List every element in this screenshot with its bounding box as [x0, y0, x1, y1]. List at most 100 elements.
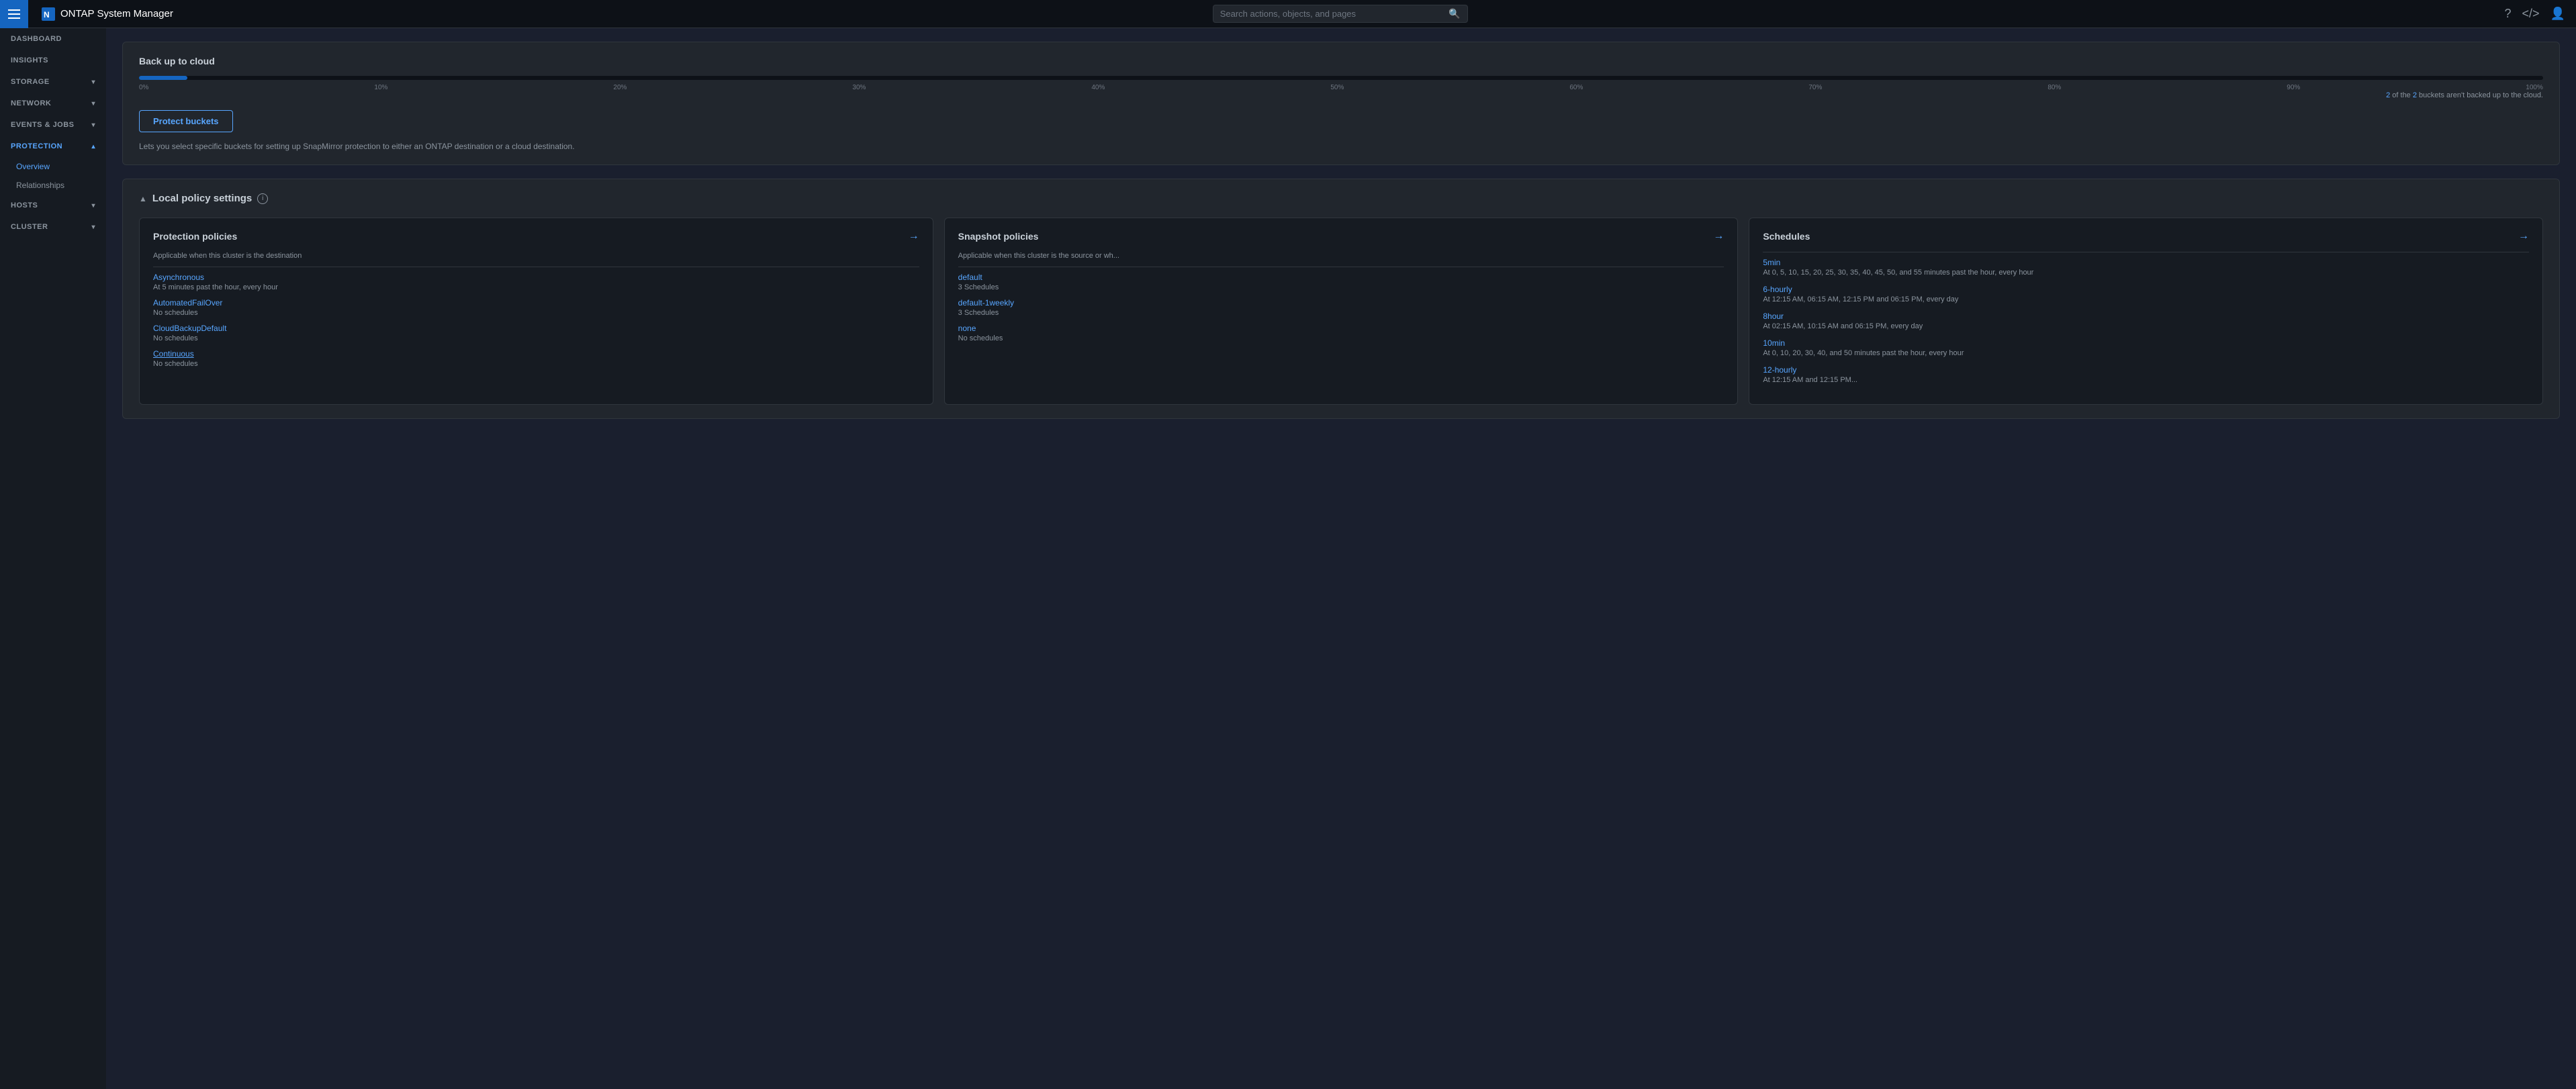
sidebar-item-network[interactable]: NETWORK ▾	[0, 93, 106, 114]
menu-button[interactable]	[0, 0, 28, 28]
schedule-entry-5min: 5min At 0, 5, 10, 15, 20, 25, 30, 35, 40…	[1763, 258, 2529, 277]
progress-label-90: 90%	[2287, 84, 2300, 91]
schedule-name-5min[interactable]: 5min	[1763, 258, 2529, 267]
app-title: ONTAP System Manager	[60, 8, 173, 19]
policy-detail-continuous: No schedules	[153, 360, 919, 368]
main-content: Back up to cloud 0% 10% 20% 30% 40% 50% …	[106, 28, 2576, 1089]
protection-policies-arrow[interactable]: →	[909, 230, 919, 242]
user-button[interactable]: 👤	[2550, 7, 2565, 21]
sidebar-label-hosts: HOSTS	[11, 201, 38, 209]
netapp-logo-icon: N	[42, 7, 55, 21]
protection-policies-subtitle: Applicable when this cluster is the dest…	[153, 252, 919, 260]
progress-note-count: 2	[2386, 91, 2390, 99]
search-icon: 🔍	[1448, 8, 1460, 19]
progress-bar-fill	[139, 76, 187, 80]
schedules-card: Schedules → 5min At 0, 5, 10, 15, 20, 25…	[1749, 218, 2543, 405]
help-button[interactable]: ?	[2505, 7, 2512, 21]
progress-label-50: 50%	[1330, 84, 1344, 91]
progress-label-70: 70%	[1808, 84, 1822, 91]
sidebar-item-cluster[interactable]: CLUSTER ▾	[0, 216, 106, 238]
sidebar-sublabel-overview: Overview	[16, 162, 50, 171]
code-button[interactable]: </>	[2522, 7, 2540, 21]
hamburger-icon	[8, 9, 20, 19]
policy-entry-asynchronous: Asynchronous At 5 minutes past the hour,…	[153, 273, 919, 291]
protect-buckets-button[interactable]: Protect buckets	[139, 110, 233, 132]
snapshot-entry-default: default 3 Schedules	[958, 273, 1724, 291]
sidebar-label-protection: PROTECTION	[11, 142, 62, 150]
policy-entry-continuous: Continuous No schedules	[153, 349, 919, 368]
progress-note-total: 2	[2413, 91, 2417, 99]
schedule-detail-5min: At 0, 5, 10, 15, 20, 25, 30, 35, 40, 45,…	[1763, 269, 2529, 277]
snapshot-policies-subtitle: Applicable when this cluster is the sour…	[958, 252, 1724, 260]
topbar: N ONTAP System Manager 🔍 ? </> 👤	[0, 0, 2576, 28]
sidebar-subitem-overview[interactable]: Overview	[0, 157, 106, 176]
schedule-detail-10min: At 0, 10, 20, 30, 40, and 50 minutes pas…	[1763, 349, 2529, 357]
policy-name-continuous[interactable]: Continuous	[153, 349, 919, 359]
snapshot-name-default[interactable]: default	[958, 273, 1724, 282]
sidebar-label-storage: STORAGE	[11, 78, 50, 86]
collapse-icon[interactable]: ▲	[139, 194, 147, 203]
schedule-detail-6hourly: At 12:15 AM, 06:15 AM, 12:15 PM and 06:1…	[1763, 295, 2529, 303]
snapshot-policies-title: Snapshot policies	[958, 231, 1039, 242]
progress-label-40: 40%	[1091, 84, 1105, 91]
schedule-name-8hour[interactable]: 8hour	[1763, 312, 2529, 321]
progress-note-of: of the	[2392, 91, 2413, 99]
sidebar-item-hosts[interactable]: HOSTS ▾	[0, 195, 106, 216]
sidebar-item-dashboard[interactable]: DASHBOARD	[0, 28, 106, 50]
snapshot-policies-card: Snapshot policies → Applicable when this…	[944, 218, 1739, 405]
snapshot-policies-arrow[interactable]: →	[1713, 230, 1724, 242]
schedule-name-6hourly[interactable]: 6-hourly	[1763, 285, 2529, 294]
sidebar-subitem-relationships[interactable]: Relationships	[0, 176, 106, 195]
search-box[interactable]: 🔍	[1213, 5, 1468, 23]
snapshot-detail-default1weekly: 3 Schedules	[958, 309, 1724, 317]
content-area: Back up to cloud 0% 10% 20% 30% 40% 50% …	[106, 28, 2576, 432]
policy-detail-asynchronous: At 5 minutes past the hour, every hour	[153, 283, 919, 291]
topbar-actions: ? </> 👤	[2494, 7, 2576, 21]
protection-policies-title: Protection policies	[153, 231, 237, 242]
snapshot-detail-default: 3 Schedules	[958, 283, 1724, 291]
progress-label-10: 10%	[374, 84, 387, 91]
schedule-name-12hourly[interactable]: 12-hourly	[1763, 365, 2529, 375]
chevron-down-icon: ▾	[91, 202, 95, 209]
search-input[interactable]	[1220, 9, 1444, 19]
sidebar-item-storage[interactable]: STORAGE ▾	[0, 71, 106, 93]
policy-name-asynchronous[interactable]: Asynchronous	[153, 273, 919, 282]
schedule-detail-8hour: At 02:15 AM, 10:15 AM and 06:15 PM, ever…	[1763, 322, 2529, 330]
policy-section: ▲ Local policy settings i Protection pol…	[122, 179, 2560, 419]
policy-detail-automatedfailover: No schedules	[153, 309, 919, 317]
progress-label-80: 80%	[2048, 84, 2061, 91]
chevron-down-icon: ▾	[91, 224, 95, 231]
policy-name-automatedfailover[interactable]: AutomatedFailOver	[153, 298, 919, 307]
snapshot-detail-none: No schedules	[958, 334, 1724, 342]
policy-name-cloudbackupdefault[interactable]: CloudBackupDefault	[153, 324, 919, 333]
policy-entry-automatedfailover: AutomatedFailOver No schedules	[153, 298, 919, 317]
schedule-entry-10min: 10min At 0, 10, 20, 30, 40, and 50 minut…	[1763, 338, 2529, 357]
snapshot-name-default1weekly[interactable]: default-1weekly	[958, 298, 1724, 307]
cards-row: Protection policies → Applicable when th…	[139, 218, 2543, 405]
chevron-down-icon: ▾	[91, 122, 95, 129]
snapshot-name-none[interactable]: none	[958, 324, 1724, 333]
progress-label-0: 0%	[139, 84, 148, 91]
info-icon[interactable]: i	[257, 193, 268, 204]
snapshot-entry-default1weekly: default-1weekly 3 Schedules	[958, 298, 1724, 317]
schedule-name-10min[interactable]: 10min	[1763, 338, 2529, 348]
sidebar-label-network: NETWORK	[11, 99, 51, 107]
snapshot-entry-none: none No schedules	[958, 324, 1724, 342]
protection-policies-header: Protection policies →	[153, 230, 919, 242]
snapshot-policies-header: Snapshot policies →	[958, 230, 1724, 242]
schedules-header: Schedules →	[1763, 230, 2529, 242]
schedules-arrow[interactable]: →	[2518, 230, 2529, 242]
sidebar-item-events-jobs[interactable]: EVENTS & JOBS ▾	[0, 114, 106, 136]
progress-label-60: 60%	[1569, 84, 1583, 91]
policy-section-header: ▲ Local policy settings i	[139, 193, 2543, 204]
sidebar-label-insights: INSIGHTS	[11, 56, 48, 64]
sidebar-label-dashboard: DASHBOARD	[11, 35, 62, 43]
progress-note-text: buckets aren't backed up to the cloud.	[2419, 91, 2543, 99]
schedules-title: Schedules	[1763, 231, 1810, 242]
progress-bar-container	[139, 76, 2543, 80]
sidebar-item-protection[interactable]: PROTECTION ▴	[0, 136, 106, 157]
policy-section-title: Local policy settings	[152, 193, 252, 204]
sidebar-label-events-jobs: EVENTS & JOBS	[11, 121, 75, 129]
sidebar-item-insights[interactable]: INSIGHTS	[0, 50, 106, 71]
progress-bar-background	[139, 76, 2543, 80]
